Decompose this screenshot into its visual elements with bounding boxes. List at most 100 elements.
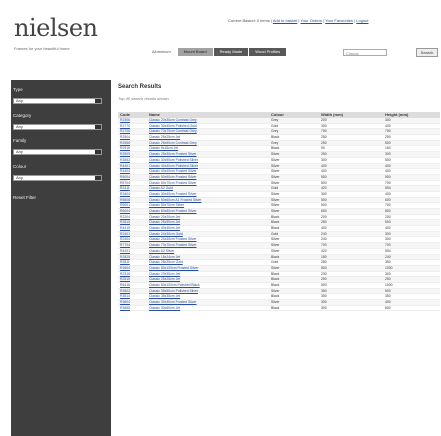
- product-name-link[interactable]: Classic 50x100cm Frosted Silver: [149, 266, 271, 271]
- product-code-link[interactable]: R2556: [118, 141, 149, 146]
- product-height: 300: [385, 152, 391, 157]
- product-code-link[interactable]: R5608: [118, 198, 149, 203]
- product-code-link[interactable]: R2916: [118, 146, 149, 151]
- product-colour: Silver: [271, 265, 280, 270]
- product-colour: Gold: [271, 231, 279, 236]
- product-name-link[interactable]: Classic 30x40cm Polished Gold: [149, 124, 271, 129]
- product-code-link[interactable]: R2204: [118, 215, 149, 220]
- nav-tab-mount-board[interactable]: Mount Board: [177, 48, 213, 56]
- product-code-link[interactable]: R2825: [118, 255, 149, 260]
- product-code-link[interactable]: R2316: [118, 272, 149, 277]
- filter-select-type[interactable]: Any: [13, 98, 102, 104]
- product-name-link[interactable]: Classic 25x50cm Jet: [149, 220, 271, 225]
- product-height: 400: [385, 191, 391, 196]
- product-code-link[interactable]: R2404: [118, 237, 149, 242]
- product-code-link[interactable]: R3514: [118, 294, 149, 299]
- search-input[interactable]: Classic: [343, 49, 387, 56]
- product-code-link[interactable]: R3604: [118, 300, 149, 305]
- product-code-link[interactable]: R2306: [118, 118, 149, 123]
- product-name-link[interactable]: Classic 70x70cm Contrast Grey: [149, 129, 271, 134]
- product-name-link[interactable]: Classic 18x24cm Jet: [149, 255, 271, 260]
- product-code-link[interactable]: R3503: [118, 289, 149, 294]
- product-name-link[interactable]: Classic 9x16cm Jet: [149, 146, 271, 151]
- product-width: 500: [321, 180, 327, 185]
- product-code-link[interactable]: R5004: [118, 175, 149, 180]
- topnav-link-orders[interactable]: Your Orders: [301, 18, 322, 23]
- product-name-link[interactable]: Classic 25x30cm Frosted Silver: [149, 152, 271, 157]
- product-code-link[interactable]: R2411: [118, 186, 149, 191]
- product-code-link[interactable]: R2770: [118, 124, 149, 129]
- filter-select-colour[interactable]: Any: [13, 175, 102, 181]
- product-name-link[interactable]: Classic 30x40cm Frosted Silver: [149, 192, 271, 197]
- product-height: 1000: [385, 282, 393, 287]
- product-name-link[interactable]: Classic 25x25cm Jet: [149, 277, 271, 282]
- product-code-link[interactable]: R3655: [118, 306, 149, 311]
- product-code-link[interactable]: R7704: [118, 243, 149, 248]
- product-height: 240: [385, 254, 391, 259]
- table-row[interactable]: R3655 Classic 30x60cm Jet Black 300 600: [118, 306, 440, 312]
- filter-value-colour: Any: [16, 175, 23, 180]
- product-code-link[interactable]: R3553: [118, 158, 149, 163]
- product-code-link[interactable]: R4404: [118, 169, 149, 174]
- product-name-link[interactable]: Classic 25x25cm Jet: [149, 135, 271, 140]
- product-name-link[interactable]: Classic 28x35cm Gold: [149, 260, 271, 265]
- nav-tab-ready-made[interactable]: Ready Made: [213, 48, 249, 56]
- product-code-link[interactable]: R2706: [118, 129, 149, 134]
- product-name-link[interactable]: Classic 50x70cm Silver: [149, 203, 271, 208]
- product-name-link[interactable]: Classic 50x70cm Frosted Silver: [149, 181, 271, 186]
- product-name-link[interactable]: Classic 40x40cm Polished Silver: [149, 164, 271, 169]
- product-colour: Silver: [271, 300, 280, 304]
- product-height: 500: [385, 157, 391, 162]
- product-code-link[interactable]: R2604: [118, 266, 149, 271]
- nav-tab-wood-profiles[interactable]: Wood Profiles: [249, 48, 287, 56]
- product-name-link[interactable]: Classic 50x100cm Polished Black: [149, 283, 271, 288]
- product-name-link[interactable]: Classic 25x50cm Contrast Grey: [149, 141, 271, 146]
- search-button[interactable]: Search: [416, 48, 438, 57]
- product-name-link[interactable]: Classic 20x20cm Jet: [149, 215, 271, 220]
- product-name-link[interactable]: Classic A2 Gold: [149, 186, 271, 191]
- product-name-link[interactable]: Classic 40x40cm Frosted Silver: [149, 169, 271, 174]
- product-code-link[interactable]: R6004: [118, 209, 149, 214]
- product-name-link[interactable]: Classic 35x35cm Jet: [149, 294, 271, 299]
- brand-logo[interactable]: nielsen: [14, 14, 98, 42]
- topnav-link-favourites[interactable]: Your Favourites: [325, 18, 353, 23]
- product-name-link[interactable]: Classic 50x60cm A1 Frosted Silver: [149, 198, 271, 203]
- results-table: Code Name Colour Width (mm) Height (mm) …: [118, 112, 440, 312]
- product-name-link[interactable]: Classic 23x30cm Jet: [149, 272, 271, 277]
- product-code-link[interactable]: R2515: [118, 277, 149, 282]
- product-code-link[interactable]: R5704: [118, 181, 149, 186]
- filter-select-family[interactable]: Any: [13, 149, 102, 155]
- topnav-link-logout[interactable]: Logout: [356, 18, 368, 23]
- product-code-link[interactable]: R4415: [118, 226, 149, 231]
- product-code-link[interactable]: R6416: [118, 283, 149, 288]
- product-name-link[interactable]: Classic 35x50cm Polished Silver: [149, 289, 271, 294]
- product-code-link[interactable]: R3404: [118, 192, 149, 197]
- chevron-down-icon: [95, 150, 101, 154]
- product-code-link[interactable]: R2504: [118, 135, 149, 140]
- product-name-link[interactable]: Classic 40x40cm Jet: [149, 226, 271, 231]
- product-height: 300: [385, 118, 391, 122]
- product-code-link[interactable]: R4401: [118, 164, 149, 169]
- product-name-link[interactable]: Classic 30x50cm Polished Silver: [149, 158, 271, 163]
- product-code-link[interactable]: R2401: [118, 232, 149, 237]
- product-name-link[interactable]: Classic 24x30cm Gold: [149, 232, 271, 237]
- nav-tab-aluminium[interactable]: Aluminium: [146, 48, 177, 56]
- product-width: 240: [321, 231, 327, 236]
- product-code-link[interactable]: R2515: [118, 220, 149, 225]
- product-name-link[interactable]: Classic 70x70cm Frosted Silver: [149, 243, 271, 248]
- product-code-link[interactable]: R2811: [118, 260, 149, 265]
- product-code-link[interactable]: R5001: [118, 203, 149, 208]
- topnav-link-add[interactable]: Add to basket: [273, 18, 297, 23]
- product-width: 240: [321, 237, 327, 242]
- filter-select-category[interactable]: Any: [13, 124, 102, 130]
- product-name-link[interactable]: Classic A2 Silver: [149, 249, 271, 254]
- product-code-link[interactable]: R2509: [118, 152, 149, 157]
- product-name-link[interactable]: Classic 50x50cm Frosted Silver: [149, 175, 271, 180]
- product-name-link[interactable]: Classic 20x30cm Contrast Grey: [149, 118, 271, 123]
- reset-filter-button[interactable]: Reset Filter: [13, 195, 36, 200]
- product-name-link[interactable]: Classic 30x60cm Jet: [149, 306, 271, 311]
- product-code-link[interactable]: R4201: [118, 249, 149, 254]
- product-name-link[interactable]: Classic 30x40cm Frosted Silver: [149, 300, 271, 305]
- product-name-link[interactable]: Classic 24x30cm Frosted Silver: [149, 237, 271, 242]
- product-name-link[interactable]: Classic 60x80cm Frosted Silver: [149, 209, 271, 214]
